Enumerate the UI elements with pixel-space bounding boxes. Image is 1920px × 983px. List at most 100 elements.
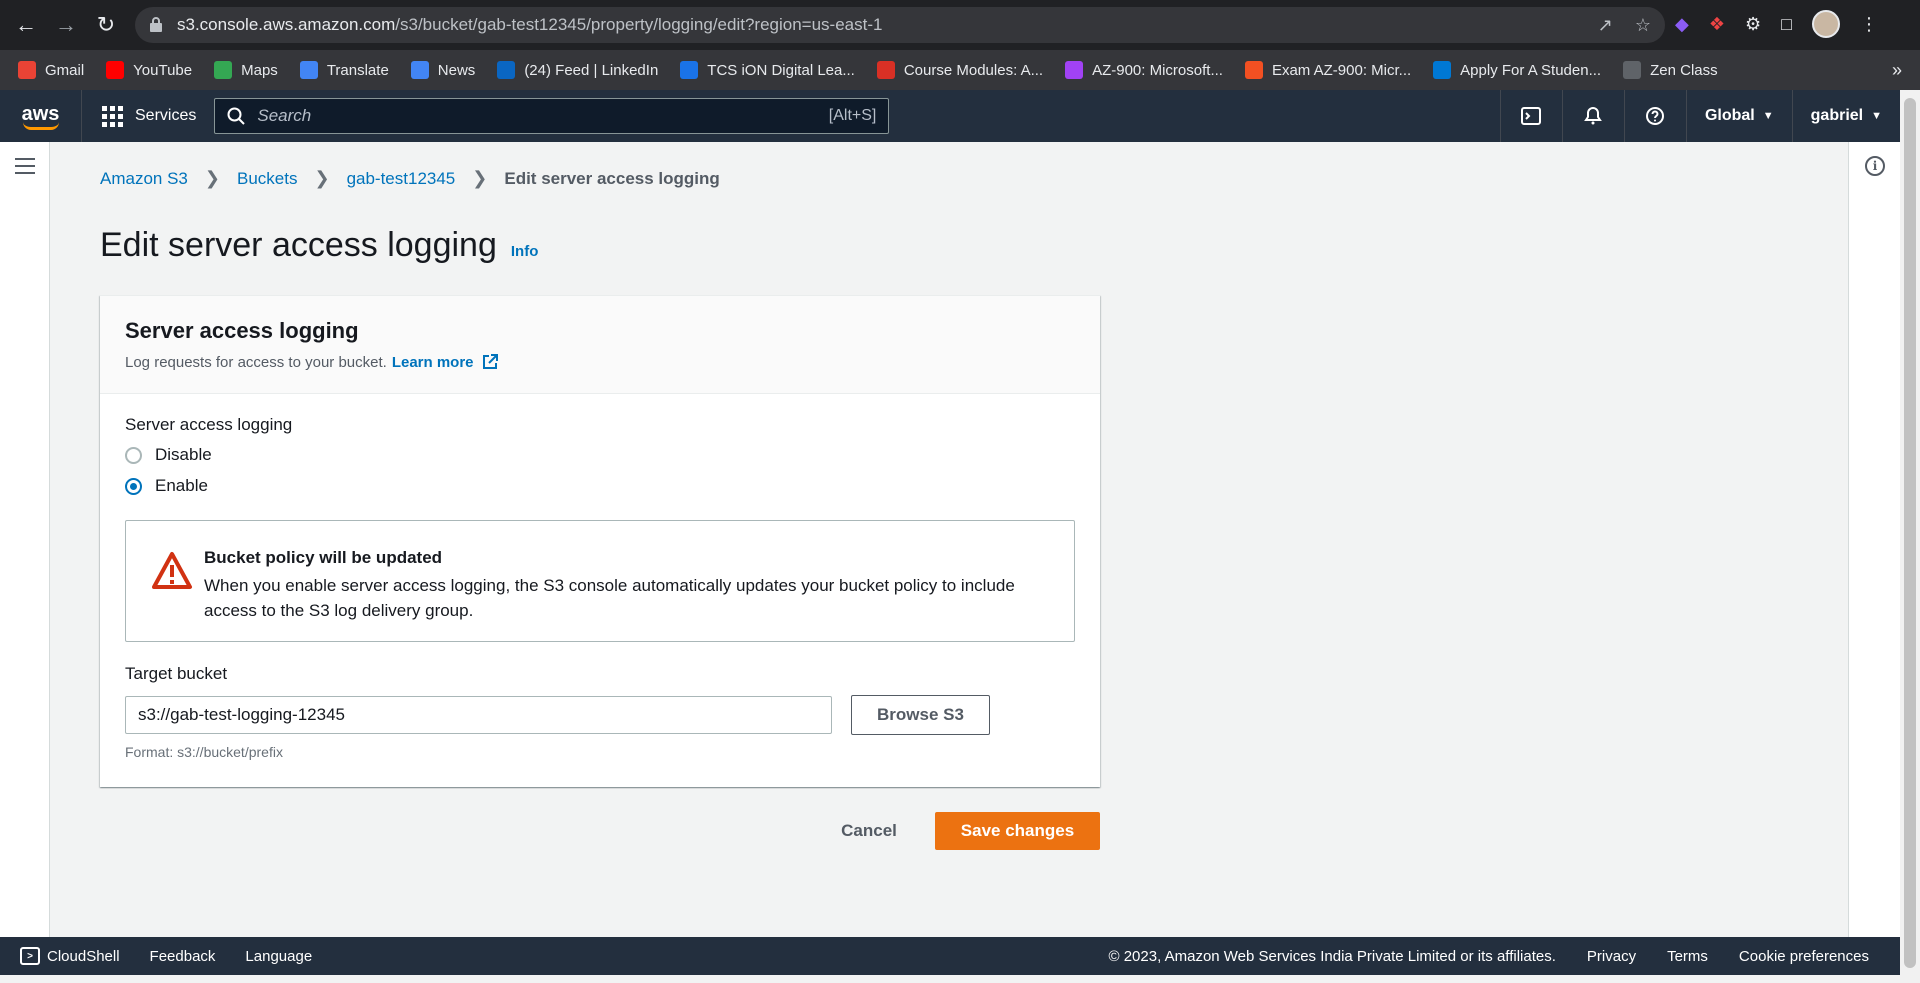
- browse-s3-button[interactable]: Browse S3: [851, 695, 990, 735]
- share-icon[interactable]: ↗: [1598, 15, 1613, 36]
- bookmark-item[interactable]: Course Modules: A...: [876, 61, 1043, 79]
- radio-enable[interactable]: Enable: [125, 476, 208, 496]
- cookie-preferences-link[interactable]: Cookie preferences: [1739, 948, 1869, 965]
- bookmark-item[interactable]: YouTube: [106, 61, 192, 79]
- bookmark-item[interactable]: Apply For A Studen...: [1433, 61, 1601, 79]
- cloudshell-footer-icon: >: [20, 947, 40, 965]
- breadcrumb-amazon-s3[interactable]: Amazon S3: [100, 169, 188, 189]
- grid-icon: [102, 105, 123, 127]
- breadcrumb-buckets[interactable]: Buckets: [237, 169, 297, 189]
- translate-icon: [299, 61, 318, 79]
- bookmark-item[interactable]: Gmail: [18, 61, 84, 79]
- cancel-button[interactable]: Cancel: [821, 812, 917, 850]
- region-dropdown[interactable]: Global ▼: [1685, 90, 1792, 142]
- address-bar[interactable]: s3.console.aws.amazon.com/s3/bucket/gab-…: [135, 7, 1665, 43]
- info-link[interactable]: Info: [511, 243, 539, 260]
- scroll-thumb[interactable]: [1904, 98, 1916, 968]
- bottom-edge: [0, 975, 1900, 983]
- search-input[interactable]: Search [Alt+S]: [214, 98, 890, 134]
- bookmark-label: Maps: [241, 61, 278, 79]
- bookmark-label: Zen Class: [1650, 61, 1718, 79]
- logging-field-label: Server access logging: [125, 415, 293, 434]
- radio-disable-label: Disable: [155, 445, 212, 464]
- browser-toolbar: ← → ↻ s3.console.aws.amazon.com/s3/bucke…: [0, 0, 1920, 50]
- profile-avatar[interactable]: [1812, 10, 1840, 38]
- menu-dots-icon[interactable]: ⋮: [1860, 14, 1878, 35]
- region-label: Global: [1704, 107, 1755, 124]
- bookmark-label: Gmail: [45, 61, 85, 79]
- bookmark-item[interactable]: News: [410, 61, 475, 79]
- radio-disable-button[interactable]: [125, 446, 142, 464]
- puzzle-icon[interactable]: ⚙: [1745, 14, 1761, 35]
- search-shortcut: [Alt+S]: [828, 107, 877, 124]
- right-tools-strip: i: [1848, 142, 1900, 937]
- bookmark-item[interactable]: TCS iON Digital Lea...: [680, 61, 855, 79]
- forward-icon[interactable]: →: [46, 5, 86, 45]
- info-panel-icon[interactable]: i: [1865, 156, 1885, 176]
- chevron-right-icon: ❯: [314, 168, 330, 188]
- bookmark-item[interactable]: (24) Feed | LinkedIn: [497, 61, 658, 79]
- cloudshell-button[interactable]: > CloudShell: [20, 947, 120, 965]
- target-bucket-input[interactable]: s3://gab-test-logging-12345: [125, 696, 832, 734]
- aws-logo[interactable]: aws: [0, 90, 82, 142]
- bookmark-item[interactable]: Exam AZ-900: Micr...: [1244, 61, 1411, 79]
- privacy-link[interactable]: Privacy: [1587, 948, 1636, 965]
- services-menu[interactable]: Services: [82, 105, 214, 127]
- bookmark-label: Apply For A Studen...: [1460, 61, 1602, 79]
- back-icon[interactable]: ←: [6, 5, 46, 45]
- gmail-icon: [18, 61, 36, 79]
- zen-icon: [1623, 61, 1642, 79]
- cloudshell-label: CloudShell: [47, 947, 120, 965]
- youtube-icon: [106, 61, 125, 79]
- radio-enable-label: Enable: [155, 476, 208, 495]
- help-icon[interactable]: [1623, 90, 1686, 142]
- user-dropdown[interactable]: gabriel ▼: [1791, 90, 1900, 142]
- reload-icon[interactable]: ↻: [86, 5, 126, 45]
- breadcrumb-bucket[interactable]: gab-test12345: [347, 169, 456, 189]
- aws-top-nav: aws Services Search [Alt+S] Global ▼ gabr…: [0, 90, 1900, 142]
- side-panel-icon[interactable]: □: [1781, 14, 1792, 35]
- radio-enable-button[interactable]: [125, 477, 142, 495]
- alert-title: Bucket policy will be updated: [204, 548, 443, 567]
- star-icon[interactable]: ☆: [1635, 15, 1651, 36]
- learn-more-link[interactable]: Learn more: [392, 353, 499, 371]
- page-title-row: Edit server access logging Info: [100, 226, 538, 265]
- bookmark-item[interactable]: AZ-900: Microsoft...: [1065, 61, 1223, 79]
- bookmark-item[interactable]: Maps: [214, 61, 278, 79]
- language-link[interactable]: Language: [245, 948, 312, 965]
- radio-disable[interactable]: Disable: [125, 445, 212, 465]
- panel-description: Log requests for access to your bucket. …: [125, 353, 1075, 371]
- save-changes-button[interactable]: Save changes: [935, 812, 1100, 850]
- external-link-icon: [482, 354, 498, 369]
- panel-header: Server access logging Log requests for a…: [100, 296, 1100, 394]
- bell-icon[interactable]: [1561, 90, 1624, 142]
- extension-icon-purple[interactable]: ◆: [1675, 14, 1689, 35]
- course-icon: [876, 61, 895, 79]
- caret-down-icon: ▼: [1762, 110, 1774, 122]
- panel-description-text: Log requests for access to your bucket.: [125, 353, 387, 371]
- url-host: s3.console.aws.amazon.com: [177, 15, 396, 34]
- chevron-right-icon: ❯: [204, 168, 220, 188]
- user-label: gabriel: [1810, 107, 1864, 124]
- terms-link[interactable]: Terms: [1667, 948, 1708, 965]
- panel-title: Server access logging: [125, 318, 359, 343]
- breadcrumb-current: Edit server access logging: [504, 168, 720, 188]
- extension-icon-multicolor[interactable]: ❖: [1709, 14, 1725, 35]
- search-icon: [227, 107, 246, 125]
- warning-icon: [152, 552, 192, 589]
- maps-icon: [214, 61, 233, 79]
- feedback-link[interactable]: Feedback: [150, 948, 216, 965]
- bookmark-label: YouTube: [133, 61, 193, 79]
- server-access-logging-panel: Server access logging Log requests for a…: [100, 295, 1100, 787]
- search-placeholder: Search: [257, 106, 312, 125]
- learn-more-label: Learn more: [391, 353, 474, 371]
- cloudshell-icon[interactable]: [1499, 90, 1562, 142]
- hamburger-menu-icon[interactable]: [15, 158, 35, 179]
- lock-icon: [150, 17, 162, 32]
- bookmarks-overflow-icon[interactable]: »: [1892, 60, 1902, 81]
- bookmark-item[interactable]: Zen Class: [1623, 61, 1718, 79]
- bookmark-item[interactable]: Translate: [299, 61, 389, 79]
- linkedin-icon: [497, 61, 516, 79]
- format-hint: Format: s3://bucket/prefix: [125, 744, 283, 760]
- page-scrollbar[interactable]: [1900, 90, 1920, 983]
